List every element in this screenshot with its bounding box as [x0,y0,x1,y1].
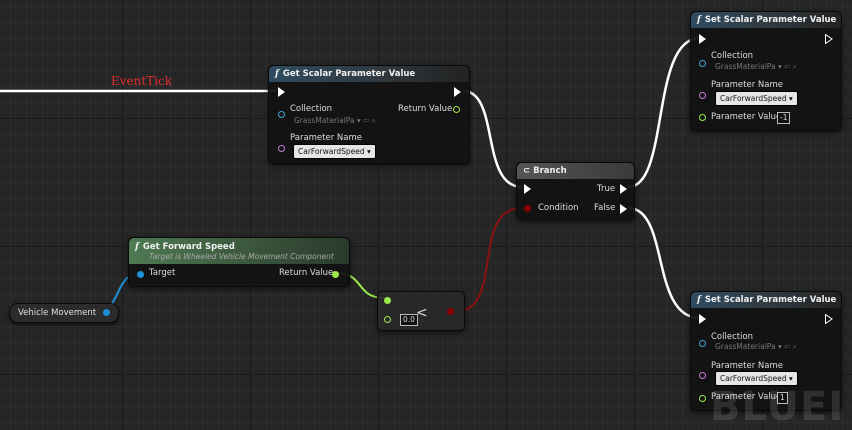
return-value-pin[interactable] [332,271,339,278]
parameter-name-pin[interactable] [699,372,706,379]
collection-dropdown[interactable]: GrassMaterialPa ▾ ⇦ ⌕ [290,114,380,127]
collection-dropdown[interactable]: GrassMaterialPa ▾ ⇦ ⌕ [711,340,801,353]
parameter-name-label: Parameter Name [290,133,363,143]
variable-label: Vehicle Movement [18,308,97,318]
exec-in-pin[interactable] [699,314,706,324]
node-header: f Get Forward Speed Target is Wheeled Veh… [129,238,349,264]
node-title: Get Forward Speed [142,241,235,252]
collection-pin[interactable] [278,111,285,118]
parameter-value-label: Parameter Value [711,112,782,122]
result-pin[interactable] [447,308,454,315]
get-scalar-parameter-node[interactable]: f Get Scalar Parameter Value Collection G… [268,65,470,164]
branch-icon: ⊂ [523,166,531,176]
less-than-node[interactable]: 0.0 < [377,291,465,331]
vehicle-movement-variable[interactable]: Vehicle Movement [9,303,119,323]
parameter-name-pin[interactable] [699,92,706,99]
parameter-name-pin[interactable] [278,145,285,152]
parameter-name-label: Parameter Name [711,361,784,371]
b-input-pin[interactable] [384,316,391,323]
exec-in-pin[interactable] [699,34,706,44]
set-scalar-parameter-true-node[interactable]: f Set Scalar Parameter Value Collection G… [690,11,842,131]
vehicle-movement-pin[interactable] [102,309,110,316]
exec-out-pin[interactable] [825,314,833,324]
condition-label: Condition [538,203,579,213]
collection-pin[interactable] [699,60,706,67]
true-exec-pin[interactable] [620,184,627,194]
false-label: False [594,203,616,213]
target-pin[interactable] [137,271,144,278]
return-value-pin[interactable] [453,106,460,113]
browse-arrow-icon[interactable]: ⇦ ⌕ [361,116,376,125]
node-header: f Get Scalar Parameter Value [269,66,469,82]
get-forward-speed-node[interactable]: f Get Forward Speed Target is Wheeled Veh… [128,237,350,287]
parameter-name-dropdown[interactable]: CarForwardSpeed ▾ [715,91,798,106]
parameter-name-label: Parameter Name [711,80,784,90]
parameter-value-pin[interactable] [699,114,706,121]
false-exec-pin[interactable] [620,204,627,214]
parameter-value-pin[interactable] [699,395,706,402]
a-input-pin[interactable] [384,297,391,304]
collection-label: Collection [290,104,333,114]
compare-operator: < [416,305,428,321]
node-title: Set Scalar Parameter Value [704,15,837,25]
parameter-name-dropdown[interactable]: CarForwardSpeed ▾ [293,144,376,159]
function-icon: f [697,15,701,25]
exec-out-pin[interactable] [825,34,833,44]
node-header: f Set Scalar Parameter Value [691,12,841,28]
chevron-down-icon: ▾ [364,147,371,156]
chevron-down-icon: ▾ [786,94,793,103]
branch-node[interactable]: ⊂ Branch True Condition False [516,162,635,220]
exec-in-pin[interactable] [278,87,285,97]
watermark: BLUEI [710,384,845,430]
exec-out-pin[interactable] [454,87,461,97]
collection-dropdown[interactable]: GrassMaterialPa ▾ ⇦ ⌕ [711,60,801,73]
parameter-value-field[interactable]: -1 [777,112,791,124]
return-value-label: Return Value [279,268,334,278]
node-title: Get Scalar Parameter Value [282,69,416,79]
function-icon: f [697,295,701,305]
bool-wire-compare-to-branch [454,207,523,313]
event-tick-label: EventTick [111,74,173,88]
collection-pin[interactable] [699,340,706,347]
function-icon: f [275,69,279,79]
browse-arrow-icon[interactable]: ⇦ ⌕ [782,342,797,351]
browse-arrow-icon[interactable]: ⇦ ⌕ [782,62,797,71]
node-header: f Set Scalar Parameter Value [691,292,841,308]
node-header: ⊂ Branch [517,163,634,179]
node-title: Branch [533,166,567,176]
target-label: Target [149,268,176,278]
condition-pin[interactable] [524,205,531,212]
node-title: Set Scalar Parameter Value [704,295,837,305]
function-icon: f [135,241,139,252]
return-value-label: Return Value [398,104,453,114]
true-label: True [597,184,616,194]
chevron-down-icon: ▾ [786,374,793,383]
exec-wire-get-to-branch [462,89,523,189]
exec-in-pin[interactable] [524,184,531,194]
node-subtitle: Target is Wheeled Vehicle Movement Compo… [149,251,334,261]
